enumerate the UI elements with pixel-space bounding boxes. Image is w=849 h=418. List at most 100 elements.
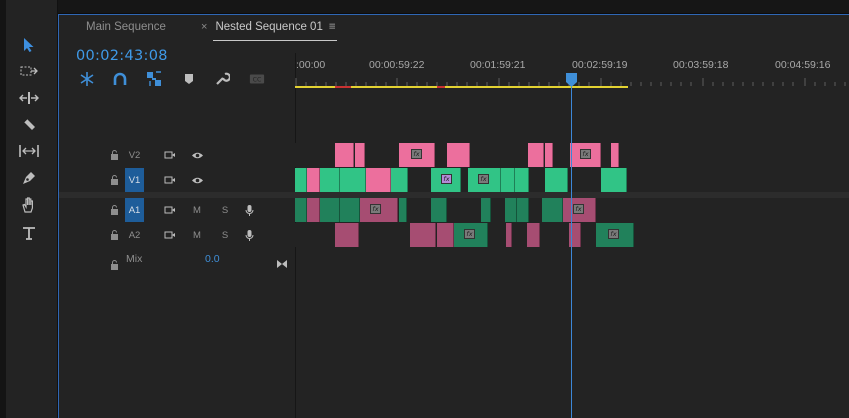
audio-clip[interactable] bbox=[335, 223, 359, 247]
panel-menu-icon[interactable]: ≡ bbox=[329, 21, 336, 33]
video-clip[interactable] bbox=[295, 168, 307, 192]
fx-icon: fx bbox=[464, 229, 475, 239]
audio-clip[interactable] bbox=[320, 198, 340, 222]
audio-clip[interactable] bbox=[437, 223, 454, 247]
ruler-label: 00:02:59:19 bbox=[572, 59, 628, 71]
razor-tool[interactable] bbox=[16, 112, 42, 138]
audio-clip[interactable] bbox=[506, 223, 512, 247]
mute-button[interactable]: M bbox=[192, 223, 202, 247]
audio-clip[interactable]: fx bbox=[563, 198, 596, 222]
lock-icon[interactable] bbox=[110, 255, 119, 274]
audio-clip[interactable] bbox=[295, 198, 307, 222]
fx-icon: fx bbox=[441, 174, 452, 184]
track-name-a2[interactable]: A2 bbox=[125, 223, 144, 247]
linked-selection-icon[interactable] bbox=[146, 71, 162, 87]
eye-icon[interactable] bbox=[191, 168, 204, 192]
video-clip[interactable] bbox=[528, 143, 544, 167]
video-clip[interactable] bbox=[501, 168, 515, 192]
snap-icon[interactable] bbox=[112, 71, 128, 87]
video-audio-divider[interactable] bbox=[59, 192, 849, 198]
microphone-icon[interactable] bbox=[245, 223, 254, 247]
track-name-a1[interactable]: A1 bbox=[125, 198, 144, 222]
pen-tool[interactable] bbox=[16, 165, 42, 191]
track-header-a1: A1 M S bbox=[59, 198, 295, 222]
audio-clip[interactable] bbox=[340, 198, 360, 222]
lock-icon[interactable] bbox=[110, 143, 119, 167]
track-name-v1[interactable]: V1 bbox=[125, 168, 144, 192]
audio-clip[interactable] bbox=[481, 198, 491, 222]
close-icon[interactable]: × bbox=[201, 21, 207, 33]
svg-text:CC: CC bbox=[253, 77, 262, 84]
mute-button[interactable]: M bbox=[192, 198, 202, 222]
type-tool[interactable] bbox=[16, 220, 42, 246]
audio-clip[interactable] bbox=[527, 223, 540, 247]
playhead-marker[interactable] bbox=[566, 73, 577, 87]
captions-icon[interactable]: CC bbox=[249, 71, 265, 87]
eye-icon[interactable] bbox=[191, 143, 204, 167]
timeline-panel: Main Sequence × Nested Sequence 01 ≡ 00:02… bbox=[58, 14, 849, 418]
lock-icon[interactable] bbox=[110, 168, 119, 192]
audio-clip[interactable] bbox=[517, 198, 529, 222]
render-bar-red bbox=[335, 86, 351, 88]
audio-clip[interactable] bbox=[542, 198, 563, 222]
playhead-line[interactable] bbox=[571, 87, 572, 418]
audio-clip[interactable] bbox=[307, 198, 320, 222]
selection-tool[interactable] bbox=[16, 32, 42, 58]
video-clip[interactable] bbox=[611, 143, 619, 167]
settings-wrench-icon[interactable] bbox=[214, 71, 230, 87]
audio-clip[interactable] bbox=[410, 223, 436, 247]
video-clip[interactable] bbox=[307, 168, 320, 192]
audio-clip[interactable] bbox=[505, 198, 517, 222]
toggle-sync-lock-icon[interactable] bbox=[164, 143, 176, 167]
video-clip[interactable] bbox=[320, 168, 340, 192]
audio-clip[interactable] bbox=[399, 198, 407, 222]
track-header-v2: V2 bbox=[59, 143, 295, 167]
slip-tool[interactable] bbox=[16, 138, 42, 164]
tab-main-label: Main Sequence bbox=[86, 21, 166, 33]
ruler-label: :00:00 bbox=[296, 59, 326, 71]
solo-button[interactable]: S bbox=[220, 198, 230, 222]
video-clip[interactable] bbox=[545, 143, 553, 167]
lock-icon[interactable] bbox=[110, 198, 119, 222]
microphone-icon[interactable] bbox=[245, 198, 254, 222]
video-clip[interactable]: fx bbox=[431, 168, 461, 192]
video-clip[interactable] bbox=[515, 168, 529, 192]
render-bar-red bbox=[437, 86, 445, 88]
video-clip[interactable] bbox=[335, 143, 354, 167]
fx-icon: fx bbox=[580, 149, 591, 159]
solo-button[interactable]: S bbox=[220, 223, 230, 247]
video-clip[interactable] bbox=[545, 168, 568, 192]
video-clip[interactable] bbox=[340, 168, 366, 192]
mix-track-header: Mix 0.0 bbox=[59, 248, 295, 272]
audio-clip[interactable]: fx bbox=[454, 223, 488, 247]
fx-icon: fx bbox=[370, 204, 381, 214]
toggle-sync-lock-icon[interactable] bbox=[164, 198, 176, 222]
ripple-edit-tool[interactable] bbox=[16, 85, 42, 111]
toggle-sync-lock-icon[interactable] bbox=[164, 223, 176, 247]
video-clip[interactable] bbox=[601, 168, 627, 192]
video-clip[interactable]: fx bbox=[399, 143, 435, 167]
hand-tool[interactable] bbox=[16, 192, 42, 218]
video-clip[interactable]: fx bbox=[468, 168, 501, 192]
video-clip[interactable] bbox=[391, 168, 408, 192]
video-clip[interactable] bbox=[355, 143, 365, 167]
mix-volume-value[interactable]: 0.0 bbox=[205, 253, 220, 265]
audio-clip[interactable]: fx bbox=[596, 223, 634, 247]
toggle-sync-lock-icon[interactable] bbox=[164, 168, 176, 192]
lock-icon[interactable] bbox=[110, 223, 119, 247]
video-clip[interactable]: fx bbox=[570, 143, 601, 167]
track-name-v2[interactable]: V2 bbox=[125, 143, 144, 167]
video-clip[interactable] bbox=[366, 168, 391, 192]
insert-nest-icon[interactable] bbox=[79, 71, 95, 87]
tab-main-sequence[interactable]: Main Sequence bbox=[86, 21, 166, 43]
track-header-v1: V1 bbox=[59, 168, 295, 192]
mix-bowtie-icon[interactable] bbox=[276, 254, 288, 273]
playhead-timecode[interactable]: 00:02:43:08 bbox=[76, 48, 168, 64]
add-marker-icon[interactable] bbox=[181, 71, 197, 87]
tools-panel bbox=[0, 0, 58, 418]
audio-clip[interactable]: fx bbox=[360, 198, 398, 222]
track-area[interactable]: fx fx fx fx fx fx fx fx bbox=[295, 143, 849, 273]
video-clip[interactable] bbox=[447, 143, 470, 167]
track-select-tool[interactable] bbox=[16, 58, 42, 84]
audio-clip[interactable] bbox=[431, 198, 447, 222]
